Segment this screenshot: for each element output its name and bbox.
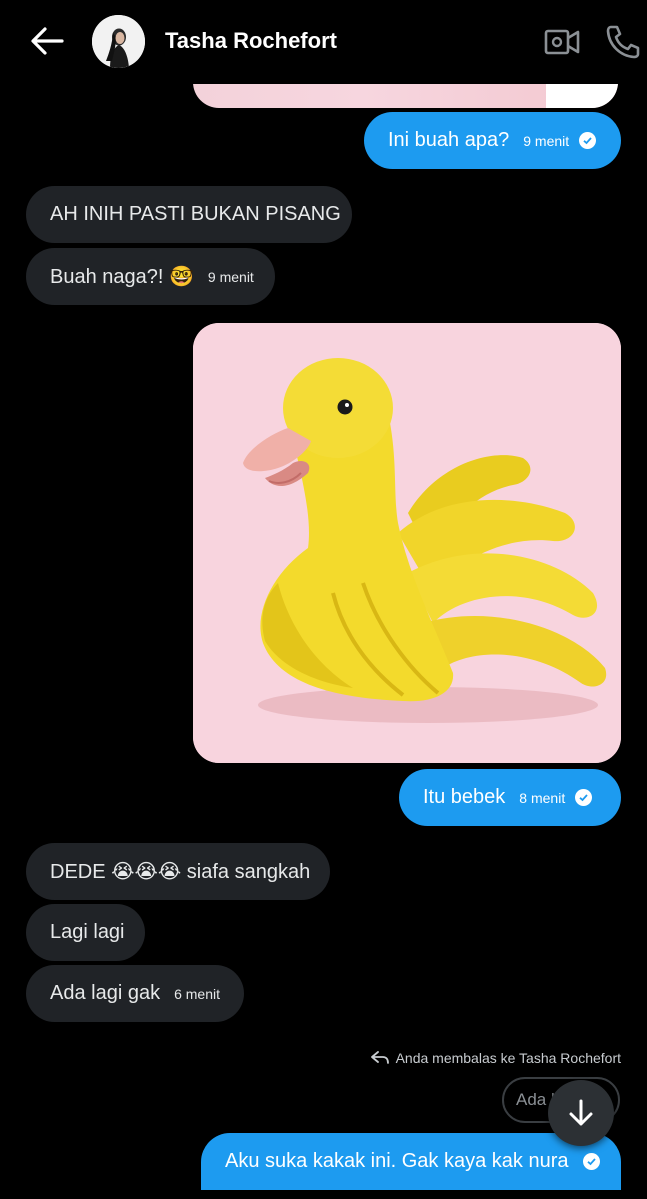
message-text: Aku suka kakak ini. Gak kaya kak nura xyxy=(225,1150,569,1172)
message-image-duck-bananas[interactable] xyxy=(193,323,621,763)
arrow-left-icon xyxy=(31,27,64,55)
contact-name[interactable]: Tasha Rochefort xyxy=(165,28,337,54)
message-text: DEDE 😭😭😭 siafa sangkah xyxy=(50,861,311,883)
message-text: Lagi lagi xyxy=(50,921,125,943)
message-incoming[interactable]: Ada lagi gak 6 menit xyxy=(26,965,244,1022)
reply-label-text: Anda membalas ke Tasha Rochefort xyxy=(395,1050,621,1066)
message-text: AH INIH PASTI BUKAN PISANG xyxy=(50,203,341,225)
message-meta: 6 menit xyxy=(174,986,220,1002)
message-meta: 8 menit xyxy=(519,789,593,806)
chat-header: Tasha Rochefort xyxy=(0,0,647,84)
message-meta: 9 menit xyxy=(523,132,597,149)
message-outgoing[interactable]: Itu bebek 8 menit xyxy=(399,769,621,826)
message-meta: 9 menit xyxy=(208,269,254,285)
message-incoming[interactable]: Lagi lagi xyxy=(26,904,145,961)
phone-icon xyxy=(606,25,640,59)
message-text: Itu bebek xyxy=(423,786,506,808)
read-check-icon xyxy=(579,132,597,149)
message-text: Buah naga?! 🤓 xyxy=(50,266,194,288)
message-incoming[interactable]: Buah naga?! 🤓 9 menit xyxy=(26,248,275,305)
message-text: Ada lagi gak xyxy=(50,982,161,1004)
message-time: 9 menit xyxy=(523,132,570,149)
message-incoming[interactable]: AH INIH PASTI BUKAN PISANG xyxy=(26,186,352,243)
read-check-icon xyxy=(575,789,593,806)
message-text: Ini buah apa? xyxy=(388,129,510,151)
message-outgoing[interactable]: Ini buah apa? 9 menit xyxy=(364,112,621,169)
scroll-to-bottom-button[interactable] xyxy=(548,1080,614,1146)
message-meta xyxy=(582,1153,600,1170)
message-outgoing[interactable]: Aku suka kakak ini. Gak kaya kak nura xyxy=(201,1133,621,1190)
video-call-icon xyxy=(544,29,580,55)
message-time: 9 menit xyxy=(207,268,254,285)
phone-call-button[interactable] xyxy=(602,22,642,60)
read-check-icon xyxy=(582,1153,600,1170)
reply-arrow-icon xyxy=(370,1051,389,1064)
avatar[interactable] xyxy=(92,15,145,68)
message-time: 6 menit xyxy=(174,985,220,1002)
message-time: 8 menit xyxy=(519,789,566,806)
reply-context-label: Anda membalas ke Tasha Rochefort xyxy=(370,1050,621,1066)
arrow-down-icon xyxy=(569,1099,593,1126)
message-incoming[interactable]: DEDE 😭😭😭 siafa sangkah xyxy=(26,843,330,900)
video-call-button[interactable] xyxy=(542,24,582,60)
back-button[interactable] xyxy=(28,24,66,58)
